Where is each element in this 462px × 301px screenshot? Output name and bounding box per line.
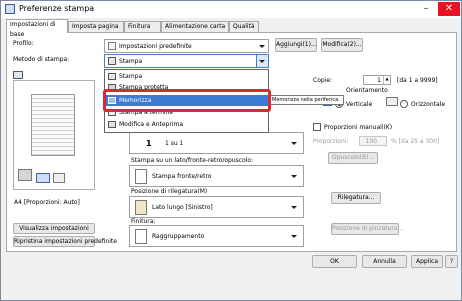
staple-position-button[interactable]: Posizione di pinzatura... bbox=[331, 223, 403, 235]
binding-icon bbox=[135, 200, 147, 215]
binding-label: Posizione di rilegatura(M) bbox=[131, 188, 208, 195]
manual-scaling-label: Proporzioni manuali(K) bbox=[324, 124, 393, 131]
print-icon bbox=[108, 73, 116, 80]
chevron-down-icon bbox=[291, 235, 297, 238]
proportions-range: % [da 25 a 300] bbox=[391, 138, 440, 145]
page-layout-value: 1 su 1 bbox=[165, 140, 184, 147]
layout-view-icon[interactable] bbox=[13, 71, 23, 79]
tooltip: Memorizza nella periferica. bbox=[269, 95, 344, 105]
duplex-icon bbox=[36, 173, 50, 183]
tab-bar: Impostazioni di base Imposta pagina Fini… bbox=[6, 19, 458, 38]
finishing-combo[interactable]: Raggruppamento bbox=[129, 225, 304, 247]
add-profile-button[interactable]: Aggiungi(1)... bbox=[275, 38, 317, 52]
staple-icon bbox=[53, 173, 65, 183]
landscape-label: Orizzontale bbox=[411, 101, 446, 108]
chevron-down-icon bbox=[259, 45, 265, 48]
window-title: Preferenze stampa bbox=[19, 4, 95, 13]
print-icon bbox=[108, 57, 116, 65]
finishing-label: Finitura: bbox=[131, 218, 156, 225]
chevron-down-icon bbox=[291, 206, 297, 209]
orientation-label: Orientamento bbox=[346, 87, 388, 94]
print-style-value: Stampa fronte/retro bbox=[152, 173, 212, 180]
highlight-frame bbox=[103, 89, 271, 112]
duplex-icon bbox=[135, 169, 147, 184]
landscape-radio[interactable] bbox=[400, 100, 408, 108]
edit-preview-icon bbox=[108, 121, 116, 128]
copies-label: Copie: bbox=[313, 77, 333, 84]
binding-button[interactable]: Rilegatura... bbox=[331, 192, 381, 204]
dropdown-button[interactable] bbox=[256, 55, 268, 67]
view-settings-button[interactable]: Visualizza impostazioni bbox=[13, 223, 95, 234]
print-style-combo[interactable]: Stampa fronte/retro bbox=[129, 165, 304, 187]
collate-icon bbox=[135, 229, 147, 244]
chevron-down-icon bbox=[291, 142, 297, 145]
title-bar: Preferenze stampa – ✕ bbox=[1, 1, 461, 18]
print-preferences-window: Preferenze stampa – ✕ Impostazioni di ba… bbox=[0, 0, 462, 301]
cancel-button[interactable]: Annulla bbox=[362, 255, 407, 268]
printer-icon bbox=[5, 4, 15, 14]
tab-quality[interactable]: Qualità bbox=[229, 21, 259, 32]
output-method-combo[interactable]: Stampa bbox=[104, 54, 269, 68]
booklet-button[interactable]: Opuscolo(B)... bbox=[328, 152, 378, 164]
copies-range: [da 1 a 9999] bbox=[397, 77, 438, 84]
landscape-icon bbox=[386, 97, 398, 106]
output-method-value: Stampa bbox=[119, 58, 143, 65]
copies-input[interactable]: 1 ▲ bbox=[363, 75, 391, 85]
proportions-input[interactable]: 100 bbox=[359, 136, 387, 146]
print-style-label: Stampa su un lato/fronte-retro/opuscolo: bbox=[131, 157, 254, 164]
tab-paper-source[interactable]: Alimentazione carta bbox=[161, 21, 229, 32]
binding-combo[interactable]: Lato lungo [Sinistro] bbox=[129, 196, 304, 218]
paper-caption: A4 [Proporzioni: Auto] bbox=[14, 199, 80, 206]
profile-value: Impostazioni predefinite bbox=[119, 43, 192, 50]
manual-scaling-checkbox[interactable] bbox=[313, 123, 321, 131]
profile-combo[interactable]: Impostazioni predefinite bbox=[104, 39, 269, 53]
portrait-label: Verticale bbox=[346, 101, 373, 108]
list-item-modifica-anteprima[interactable]: Modifica e Anteprima bbox=[105, 119, 268, 130]
list-item-stampa[interactable]: Stampa bbox=[105, 71, 268, 82]
page-layout-combo[interactable]: 1 1 su 1 bbox=[129, 132, 304, 154]
tab-page-setup[interactable]: Imposta pagina bbox=[68, 21, 124, 32]
edit-profile-button[interactable]: Modifica(2)... bbox=[321, 38, 363, 52]
tab-finishing[interactable]: Finitura bbox=[124, 21, 161, 32]
binding-value: Lato lungo [Sinistro] bbox=[152, 204, 213, 211]
finishing-value: Raggruppamento bbox=[152, 233, 205, 240]
printer-icon bbox=[18, 169, 32, 181]
copies-spin-button[interactable]: ▲ bbox=[383, 76, 390, 84]
restore-defaults-button[interactable]: Ripristina impostazioni predefinite bbox=[13, 236, 117, 247]
page-preview bbox=[31, 94, 75, 156]
chevron-down-icon bbox=[291, 175, 297, 178]
apply-button[interactable]: Applica bbox=[411, 255, 443, 268]
chevron-down-icon bbox=[259, 60, 265, 63]
tab-basic-settings[interactable]: Impostazioni di base bbox=[6, 19, 68, 38]
ok-button[interactable]: OK bbox=[312, 255, 357, 268]
help-button[interactable]: ? bbox=[445, 255, 458, 268]
profile-label: Profilo: bbox=[13, 40, 34, 47]
output-method-label: Metodo di stampa: bbox=[13, 56, 70, 63]
proportions-label: Proporzioni: bbox=[313, 138, 349, 145]
minimize-icon[interactable]: – bbox=[416, 2, 436, 16]
profile-icon bbox=[108, 42, 116, 50]
close-icon[interactable]: ✕ bbox=[438, 2, 460, 16]
